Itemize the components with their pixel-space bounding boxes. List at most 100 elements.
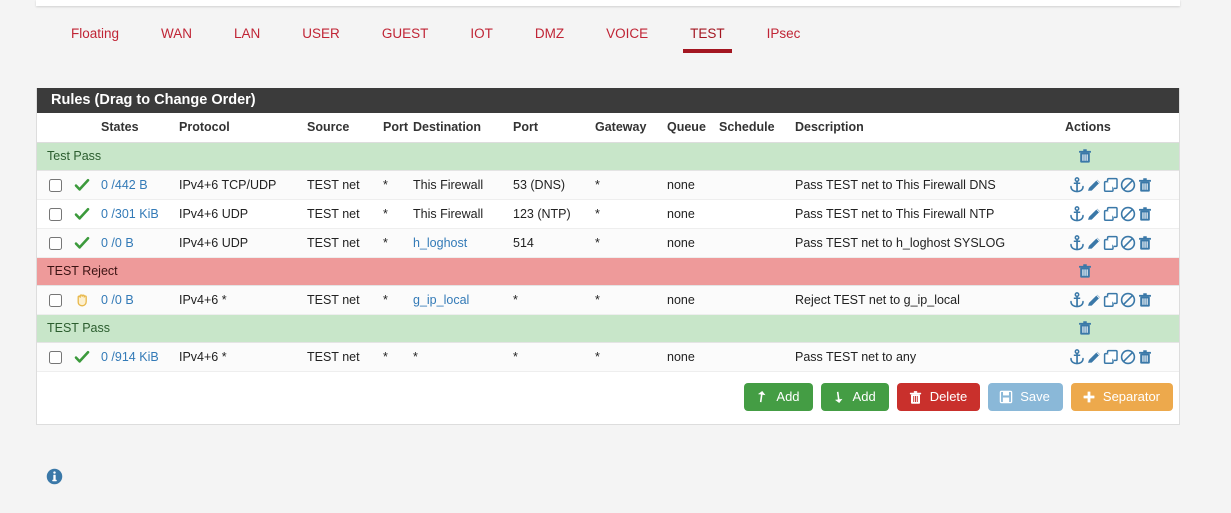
rules-header-row: States Protocol Source Port Destination …: [37, 113, 1179, 143]
anchor-action-button[interactable]: [1069, 206, 1085, 222]
rule-select-checkbox[interactable]: [48, 237, 62, 251]
trash-action-button[interactable]: [1137, 292, 1153, 308]
separator-row[interactable]: Test Pass: [37, 142, 1179, 171]
pencil-action-button[interactable]: [1086, 349, 1102, 365]
check-icon: [74, 235, 90, 251]
trash-action-button[interactable]: [1137, 206, 1153, 222]
hand-reject-icon: [74, 292, 90, 308]
ban-icon: [1120, 177, 1136, 193]
tab-wan[interactable]: WAN: [140, 22, 213, 53]
add-rule-down-button-label: Add: [852, 389, 876, 404]
separator-row[interactable]: TEST Reject: [37, 257, 1179, 286]
rule-select-checkbox[interactable]: [48, 179, 62, 193]
col-dest-port: Port: [509, 113, 591, 143]
tab-guest[interactable]: GUEST: [361, 22, 450, 53]
copy-action-button[interactable]: [1103, 235, 1119, 251]
separator-delete-button[interactable]: [1071, 148, 1093, 164]
rule-status-cell: [67, 342, 97, 372]
info-circle-icon[interactable]: [46, 468, 63, 485]
tab-dmz[interactable]: DMZ: [514, 22, 585, 53]
info-bar: [46, 468, 63, 485]
rule-states-link[interactable]: 0 /442 B: [101, 178, 148, 192]
rule-actions-cell: [1061, 342, 1179, 372]
rule-protocol-cell: IPv4+6 UDP: [175, 228, 303, 258]
rule-destination-value[interactable]: g_ip_local: [413, 293, 469, 307]
anchor-action-button[interactable]: [1069, 235, 1085, 251]
pencil-action-button[interactable]: [1086, 206, 1102, 222]
rule-row[interactable]: 0 /914 KiB IPv4+6 * TEST net * * * * none Pass T…: [37, 342, 1179, 372]
rule-select-cell: [37, 285, 67, 315]
tab-iot[interactable]: IOT: [449, 22, 514, 53]
ban-action-button[interactable]: [1120, 349, 1136, 365]
separator-delete-button[interactable]: [1071, 263, 1093, 279]
anchor-icon: [1069, 235, 1085, 251]
tab-test[interactable]: TEST: [669, 22, 746, 53]
rule-select-cell: [37, 199, 67, 229]
copy-action-button[interactable]: [1103, 292, 1119, 308]
rule-states-link[interactable]: 0 /0 B: [101, 236, 134, 250]
tab-user[interactable]: USER: [281, 22, 361, 53]
anchor-action-button[interactable]: [1069, 177, 1085, 193]
add-rule-down-button[interactable]: Add: [820, 383, 889, 411]
rule-protocol-cell: IPv4+6 *: [175, 285, 303, 315]
add-rule-up-button[interactable]: Add: [744, 383, 813, 411]
rule-states-link[interactable]: 0 /914 KiB: [101, 350, 159, 364]
add-separator-button[interactable]: Separator: [1070, 383, 1173, 411]
tab-ipsec[interactable]: IPsec: [746, 22, 822, 53]
rule-select-checkbox[interactable]: [48, 351, 62, 365]
rule-schedule-cell: [715, 228, 791, 258]
anchor-action-button[interactable]: [1069, 349, 1085, 365]
tab-lan[interactable]: LAN: [213, 22, 281, 53]
rule-select-checkbox[interactable]: [48, 208, 62, 222]
rule-row[interactable]: 0 /0 B IPv4+6 * TEST net * g_ip_local * * none R…: [37, 285, 1179, 315]
interface-tabs: Floating WAN LAN USER GUEST IOT DMZ VOICE TEST IP…: [36, 22, 1196, 64]
anchor-action-button[interactable]: [1069, 292, 1085, 308]
copy-action-button[interactable]: [1103, 349, 1119, 365]
anchor-icon: [1069, 349, 1085, 365]
rule-destination-value: This Firewall: [413, 178, 484, 192]
rule-queue-cell: none: [663, 199, 715, 229]
rule-queue-cell: none: [663, 170, 715, 200]
trash-icon: [1137, 349, 1153, 365]
save-button[interactable]: Save: [988, 383, 1063, 411]
rule-gateway-cell: *: [591, 228, 663, 258]
tab-voice[interactable]: VOICE: [585, 22, 669, 53]
ban-action-button[interactable]: [1120, 235, 1136, 251]
rules-button-bar: Add Add Delete Save Separator: [37, 372, 1179, 424]
col-queue: Queue: [663, 113, 715, 143]
rule-schedule-cell: [715, 342, 791, 372]
trash-action-button[interactable]: [1137, 235, 1153, 251]
rule-select-cell: [37, 170, 67, 200]
ban-action-button[interactable]: [1120, 206, 1136, 222]
trash-action-button[interactable]: [1137, 177, 1153, 193]
separator-row[interactable]: TEST Pass: [37, 314, 1179, 343]
pencil-icon: [1086, 206, 1102, 222]
copy-action-button[interactable]: [1103, 206, 1119, 222]
tab-floating[interactable]: Floating: [50, 22, 140, 53]
ban-action-button[interactable]: [1120, 292, 1136, 308]
pencil-action-button[interactable]: [1086, 292, 1102, 308]
trash-icon: [1137, 177, 1153, 193]
rule-protocol-cell: IPv4+6 *: [175, 342, 303, 372]
rule-row[interactable]: 0 /442 B IPv4+6 TCP/UDP TEST net * This Fire…: [37, 170, 1179, 200]
pencil-action-button[interactable]: [1086, 235, 1102, 251]
rule-states-link[interactable]: 0 /301 KiB: [101, 207, 159, 221]
rule-select-checkbox[interactable]: [48, 294, 62, 308]
delete-button[interactable]: Delete: [896, 383, 981, 411]
separator-delete-button[interactable]: [1071, 320, 1093, 336]
rule-row[interactable]: 0 /0 B IPv4+6 UDP TEST net * h_loghost 514 * no…: [37, 228, 1179, 258]
rule-source-port-cell: *: [379, 228, 409, 258]
rule-destination-value: *: [413, 350, 418, 364]
copy-action-button[interactable]: [1103, 177, 1119, 193]
pencil-action-button[interactable]: [1086, 177, 1102, 193]
col-states: States: [97, 113, 175, 143]
ban-action-button[interactable]: [1120, 177, 1136, 193]
rule-dest-port-cell: 53 (DNS): [509, 170, 591, 200]
trash-action-button[interactable]: [1137, 349, 1153, 365]
rule-row[interactable]: 0 /301 KiB IPv4+6 UDP TEST net * This Firewa…: [37, 199, 1179, 229]
floppy-icon: [999, 390, 1013, 404]
rule-destination-value[interactable]: h_loghost: [413, 236, 467, 250]
rule-protocol-cell: IPv4+6 UDP: [175, 199, 303, 229]
rule-states-link[interactable]: 0 /0 B: [101, 293, 134, 307]
delete-button-label: Delete: [929, 389, 968, 404]
